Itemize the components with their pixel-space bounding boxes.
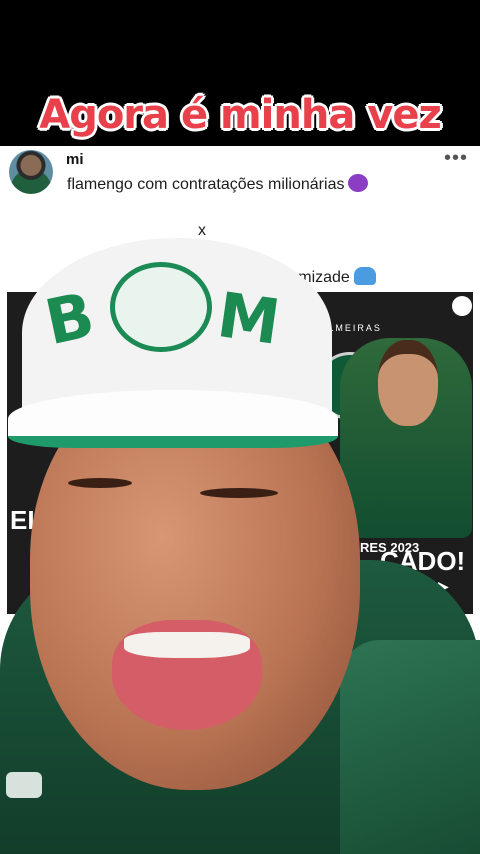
overlay-caption: Agora é minha vez [39, 92, 442, 138]
teeth [124, 632, 250, 658]
tweet-handle[interactable]: mi [66, 151, 84, 168]
cap-brim [8, 390, 338, 448]
devil-emoji-icon [348, 174, 369, 192]
shirt-brand-logo [6, 772, 42, 798]
player-face [378, 340, 438, 426]
cap-crest-icon [110, 262, 212, 352]
channel-logo-icon [452, 296, 472, 316]
right-eye [200, 488, 278, 498]
more-options-icon[interactable]: ••• [444, 147, 468, 170]
tweet-line-1: flamengo com contratações milionárias [67, 174, 369, 194]
shirt-collar [340, 640, 480, 854]
tweet-separator: x [198, 222, 206, 239]
avatar[interactable] [9, 150, 53, 194]
tweet-text-1: flamengo com contratações milionárias [67, 176, 345, 193]
cap-letter-right: M [213, 278, 285, 359]
left-eye [68, 478, 132, 488]
people-emoji-icon [353, 267, 376, 285]
